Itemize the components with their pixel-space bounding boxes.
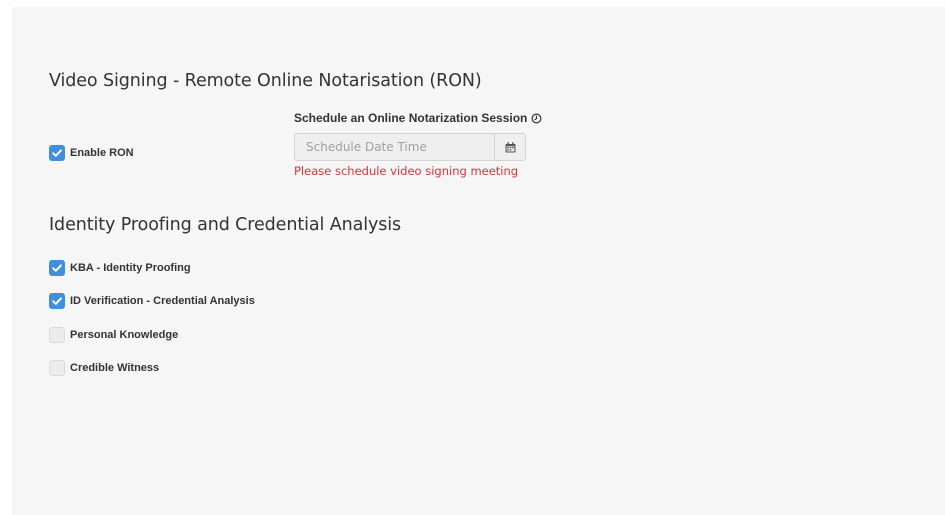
credible-witness-label: Credible Witness [70, 361, 160, 374]
ron-section-title: Video Signing - Remote Online Notarisati… [49, 71, 482, 91]
calendar-button[interactable] [494, 133, 526, 161]
schedule-datetime-input[interactable] [294, 133, 494, 161]
calendar-icon [505, 141, 515, 152]
form-panel: Video Signing - Remote Online Notarisati… [12, 7, 945, 515]
checkmark-icon [52, 148, 62, 157]
kba-label: KBA - Identity Proofing [70, 261, 191, 274]
personal-knowledge-label: Personal Knowledge [70, 328, 179, 341]
id-verification-checkbox[interactable] [49, 292, 65, 309]
enable-ron-label: Enable RON [70, 146, 134, 159]
schedule-session-label: Schedule an Online Notarization Session [294, 111, 542, 125]
enable-ron-checkbox-row[interactable]: Enable RON [49, 144, 134, 161]
credible-witness-checkbox[interactable] [49, 359, 65, 376]
personal-knowledge-checkbox-row[interactable]: Personal Knowledge [49, 326, 178, 343]
kba-checkbox[interactable] [49, 259, 65, 276]
credible-witness-checkbox-row[interactable]: Credible Witness [49, 359, 159, 376]
schedule-session-label-text: Schedule an Online Notarization Session [294, 111, 528, 125]
idp-section-title: Identity Proofing and Credential Analysi… [49, 215, 402, 235]
checkmark-icon [52, 296, 62, 305]
schedule-error-message: Please schedule video signing meeting [294, 164, 519, 178]
id-verification-label: ID Verification - Credential Analysis [70, 294, 255, 307]
clock-icon [531, 112, 542, 124]
kba-checkbox-row[interactable]: KBA - Identity Proofing [49, 259, 191, 276]
enable-ron-checkbox[interactable] [49, 144, 65, 161]
id-verification-checkbox-row[interactable]: ID Verification - Credential Analysis [49, 292, 255, 309]
personal-knowledge-checkbox[interactable] [49, 326, 65, 343]
schedule-datetime-group [294, 133, 526, 161]
checkmark-icon [52, 263, 62, 272]
